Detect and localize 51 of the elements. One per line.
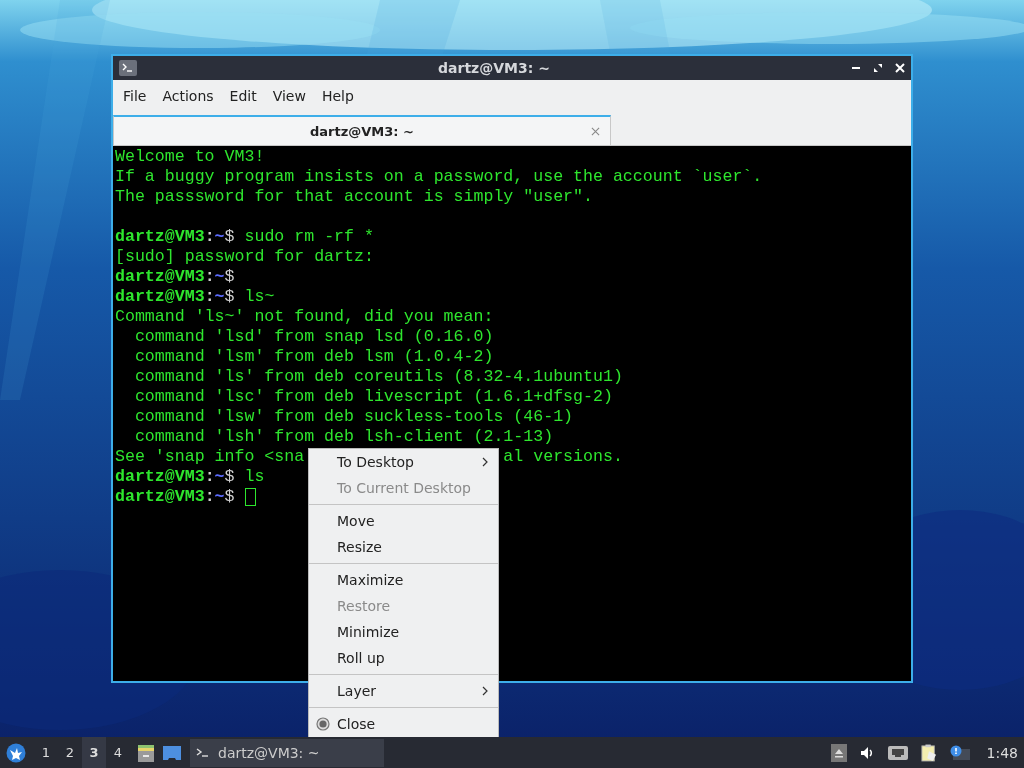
menu-item[interactable]: Maximize xyxy=(309,567,498,593)
terminal-line: [sudo] password for dartz: xyxy=(115,247,375,267)
terminal-line: See 'snap info <sna xyxy=(115,447,305,467)
workspace-button[interactable]: 1 xyxy=(34,737,58,768)
terminal-line: command 'lsm' from deb lsm (1.0.4-2) xyxy=(133,347,495,367)
menu-item[interactable]: Minimize xyxy=(309,619,498,645)
menu-item[interactable]: View xyxy=(264,88,314,104)
terminal-line: dartz@VM3:~$ sudo rm -rf * xyxy=(115,227,374,247)
task-button[interactable]: dartz@VM3: ~ xyxy=(190,738,384,767)
terminal-line: command 'ls' from deb coreutils (8.32-4.1ubuntu1) xyxy=(133,367,624,387)
terminal-line: command 'lsh' from deb lsh-client (2.1-13) xyxy=(133,427,555,447)
menu-item[interactable]: Close xyxy=(309,711,498,737)
menu-item[interactable]: Move xyxy=(309,508,498,534)
clock[interactable]: 1:48 xyxy=(986,744,1018,761)
clipboard-icon[interactable] xyxy=(920,743,937,762)
terminal-line: dartz@VM3:~$ ls~ xyxy=(115,287,275,307)
workspace-button[interactable]: 3 xyxy=(82,737,106,768)
eject-icon[interactable] xyxy=(830,743,847,762)
start-menu-icon[interactable] xyxy=(6,742,26,763)
terminal-line: The passsword for that account is simply "user". xyxy=(115,187,594,207)
menu-item[interactable]: Help xyxy=(313,88,362,104)
radio-icon xyxy=(316,717,330,731)
chevron-right-icon xyxy=(482,686,488,696)
notification-icon[interactable] xyxy=(948,744,971,761)
terminal-line: command 'lsd' from snap lsd (0.16.0) xyxy=(133,327,495,347)
menu-item[interactable]: Roll up xyxy=(309,645,498,671)
tab[interactable]: dartz@VM3: ~ xyxy=(113,115,611,145)
terminal-line: dartz@VM3:~$ xyxy=(115,267,235,287)
terminal-line: command 'lsc' from deb livescript (1.6.1+dfsg-2) xyxy=(133,387,614,407)
maximize-icon[interactable] xyxy=(873,63,883,73)
terminal-line: Command 'ls~' not found, did you mean: xyxy=(115,307,495,327)
chevron-right-icon xyxy=(482,457,488,467)
menu-item[interactable]: Resize xyxy=(309,534,498,560)
workspace-button[interactable]: 4 xyxy=(106,737,130,768)
terminal-line: command 'lsw' from deb suckless-tools (46-1) xyxy=(133,407,575,427)
file-cabinet-icon[interactable] xyxy=(136,742,156,763)
terminal-line: Welcome to VM3! xyxy=(115,147,266,167)
terminal-line: dartz@VM3:~$ xyxy=(115,487,235,507)
terminal-line: al versions. xyxy=(503,447,623,467)
menu-item[interactable]: Actions xyxy=(154,88,222,104)
terminal-icon xyxy=(196,746,210,759)
window-title: dartz@VM3: ~ xyxy=(437,60,551,76)
terminal-line: If a buggy program insists on a password, use the account `user`. xyxy=(115,167,764,187)
menu-item[interactable]: Edit xyxy=(221,88,265,104)
menu-item[interactable]: Layer xyxy=(309,678,498,704)
menu-item[interactable]: File xyxy=(115,88,155,104)
workspace-button[interactable]: 2 xyxy=(58,737,82,768)
terminal-line: dartz@VM3:~$ ls xyxy=(115,467,265,487)
terminal-icon xyxy=(119,60,137,76)
menu-item[interactable]: To Desktop xyxy=(309,449,498,475)
network-icon[interactable] xyxy=(886,744,909,761)
